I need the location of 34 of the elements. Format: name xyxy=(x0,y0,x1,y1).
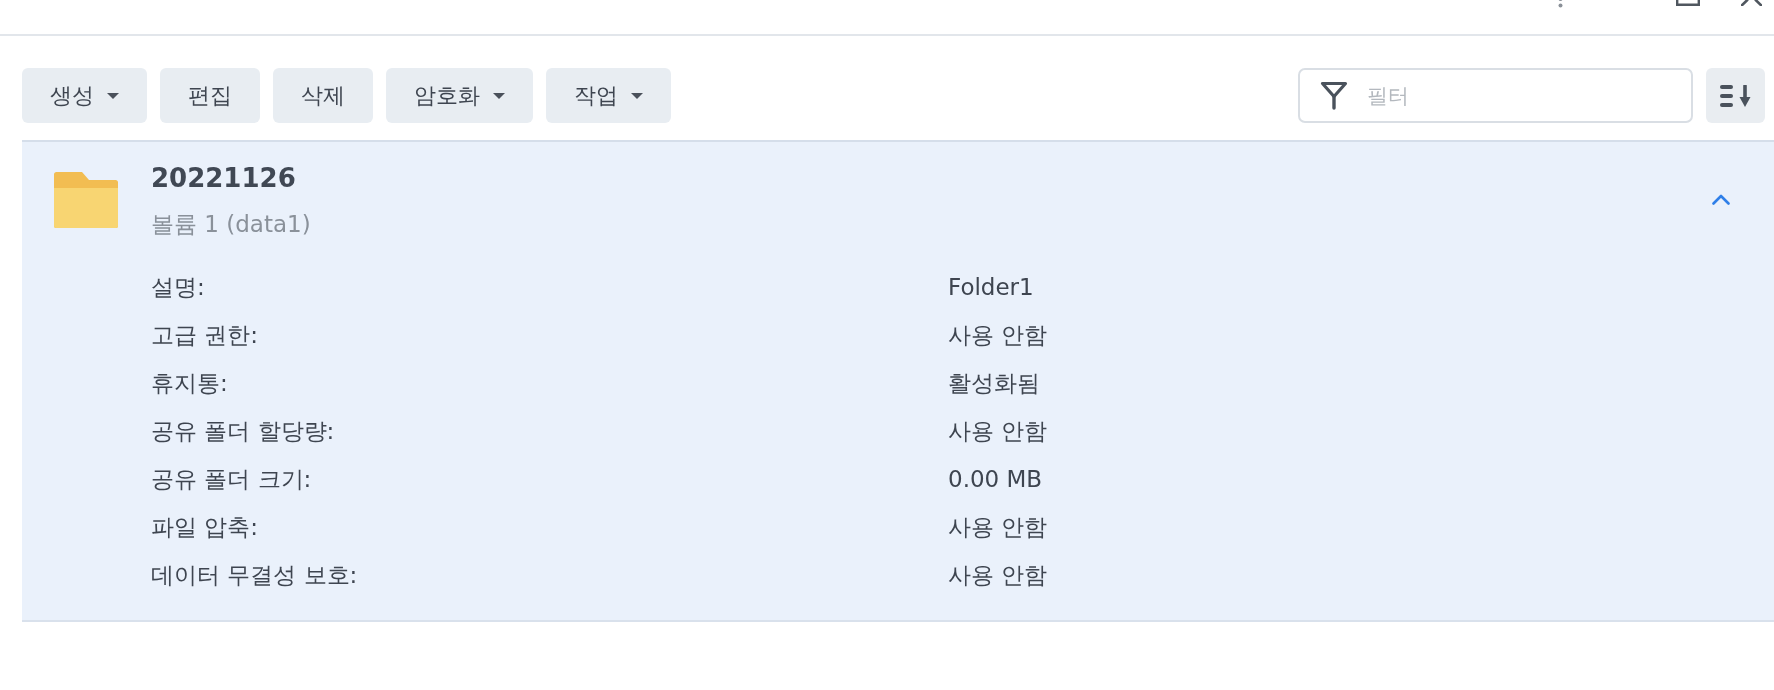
detail-label: 파일 압축: xyxy=(151,512,260,542)
caret-icon xyxy=(107,92,119,99)
detail-label: 데이터 무결성 보호: xyxy=(151,560,359,590)
detail-label: 휴지통: xyxy=(151,368,229,398)
folder-icon xyxy=(54,172,118,228)
caret-icon xyxy=(631,92,643,99)
toolbar-button[interactable]: 삭제 xyxy=(273,68,373,123)
caret-icon xyxy=(493,92,505,99)
maximize-icon[interactable] xyxy=(1676,0,1700,6)
filter-field[interactable]: 필터 xyxy=(1298,68,1693,123)
filter-icon xyxy=(1320,81,1348,110)
menu-button[interactable]: 생성 xyxy=(22,68,147,123)
detail-value: 0.00 MB xyxy=(948,466,1043,492)
folder-location: 볼륨 1 (data1) xyxy=(151,210,311,239)
folder-list-item[interactable]: 20221126 볼륨 1 (data1) 설명: Folder1 고급 권한: 사용 안함 휴지통: 활성화됨 공유 폴더 할당량: 사용 안함 공유 폴더 크기: 0.00 MB 파일 압축: 사용 안함 데이터 무결성 보호: 사용 안함 xyxy=(22,140,1774,622)
detail-value: 사용 안함 xyxy=(948,560,1048,590)
detail-value: 사용 안함 xyxy=(948,416,1048,446)
more-icon[interactable] xyxy=(1558,0,1563,8)
toolbar-button[interactable]: 편집 xyxy=(160,68,260,123)
folder-name: 20221126 xyxy=(151,162,296,195)
detail-value: 사용 안함 xyxy=(948,512,1048,542)
menu-button[interactable]: 작업 xyxy=(546,68,671,123)
detail-label: 설명: xyxy=(151,272,206,302)
detail-value: 활성화됨 xyxy=(948,368,1040,398)
detail-label: 고급 권한: xyxy=(151,320,260,350)
sort-icon xyxy=(1719,84,1753,107)
close-icon[interactable] xyxy=(1741,0,1762,6)
sort-button[interactable] xyxy=(1706,68,1765,123)
chevron-up-icon[interactable] xyxy=(1712,194,1730,205)
detail-value: 사용 안함 xyxy=(948,320,1048,350)
detail-label: 공유 폴더 크기: xyxy=(151,464,313,494)
detail-value: Folder1 xyxy=(948,274,1034,300)
detail-label: 공유 폴더 할당량: xyxy=(151,416,336,446)
menu-button[interactable]: 암호화 xyxy=(386,68,533,123)
